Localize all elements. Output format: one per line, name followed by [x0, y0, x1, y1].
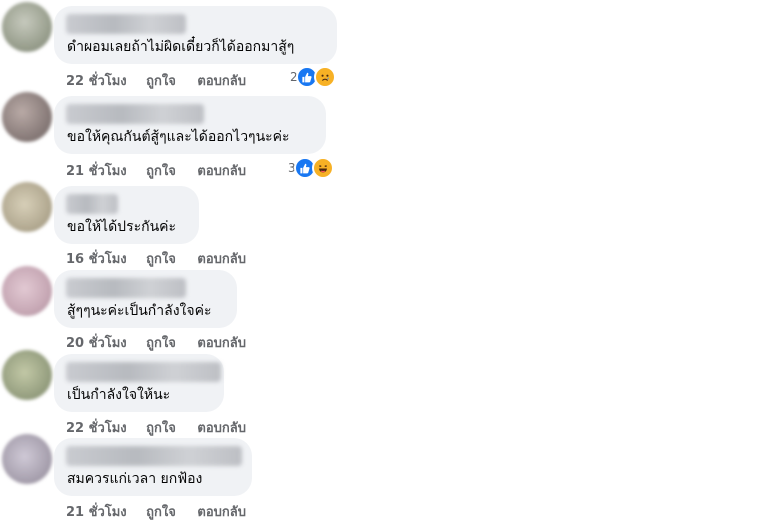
- avatar[interactable]: [2, 266, 52, 316]
- commenter-name-blurred[interactable]: [66, 446, 242, 466]
- like-button[interactable]: ถูกใจ: [146, 164, 176, 179]
- comment-timestamp[interactable]: 21 ชั่วโมง: [66, 164, 127, 179]
- comment-bubble: ขอให้ได้ประกันค่ะ: [54, 186, 199, 244]
- haha-face-icon: [311, 157, 334, 179]
- avatar[interactable]: [2, 350, 52, 400]
- like-button[interactable]: ถูกใจ: [146, 74, 176, 89]
- like-button[interactable]: ถูกใจ: [146, 421, 176, 436]
- comment-text: เป็นกำลังใจให้นะ: [67, 387, 171, 403]
- comment-actions: 20 ชั่วโมง ถูกใจ ตอบกลับ: [66, 332, 263, 353]
- comment-timestamp[interactable]: 21 ชั่วโมง: [66, 505, 127, 520]
- avatar[interactable]: [2, 2, 52, 52]
- sad-face-icon: [313, 66, 336, 88]
- commenter-name-blurred[interactable]: [66, 278, 186, 298]
- comment-bubble: สมควรแก่เวลา ยกฟ้อง: [54, 438, 252, 496]
- like-button[interactable]: ถูกใจ: [146, 252, 176, 267]
- like-button[interactable]: ถูกใจ: [146, 336, 176, 351]
- like-button[interactable]: ถูกใจ: [146, 505, 176, 520]
- avatar[interactable]: [2, 92, 52, 142]
- comment-actions: 22 ชั่วโมง ถูกใจ ตอบกลับ: [66, 70, 263, 91]
- comment-actions: 21 ชั่วโมง ถูกใจ ตอบกลับ: [66, 160, 263, 181]
- comment-actions: 21 ชั่วโมง ถูกใจ ตอบกลับ: [66, 501, 263, 522]
- comment-timestamp[interactable]: 20 ชั่วโมง: [66, 336, 127, 351]
- reply-button[interactable]: ตอบกลับ: [197, 505, 246, 520]
- commenter-name-blurred[interactable]: [66, 194, 118, 214]
- comment-bubble: เป็นกำลังใจให้นะ: [54, 354, 224, 412]
- reply-button[interactable]: ตอบกลับ: [197, 336, 246, 351]
- comment-bubble: สู้ๆๆนะค่ะเป็นกำลังใจค่ะ: [54, 270, 237, 328]
- comment-text: สมควรแก่เวลา ยกฟ้อง: [67, 471, 203, 487]
- comment-text: ขอให้ได้ประกันค่ะ: [67, 219, 177, 235]
- reaction-summary[interactable]: 3: [288, 157, 334, 179]
- comment-timestamp[interactable]: 22 ชั่วโมง: [66, 74, 127, 89]
- avatar[interactable]: [2, 434, 52, 484]
- commenter-name-blurred[interactable]: [66, 104, 204, 124]
- commenter-name-blurred[interactable]: [66, 14, 186, 34]
- comment-actions: 16 ชั่วโมง ถูกใจ ตอบกลับ: [66, 248, 263, 269]
- comment-timestamp[interactable]: 16 ชั่วโมง: [66, 252, 127, 267]
- avatar[interactable]: [2, 182, 52, 232]
- comment-bubble: ขอให้คุณกันต์สู้ๆและได้ออกไวๆนะค่ะ: [54, 96, 326, 154]
- reply-button[interactable]: ตอบกลับ: [197, 421, 246, 436]
- comment-bubble: ดำผอมเลยถ้าไม่ผิดเดี๋ยวก็ได้ออกมาสู้ๆ: [54, 6, 337, 64]
- reaction-summary[interactable]: 2: [290, 66, 336, 88]
- comment-text: ดำผอมเลยถ้าไม่ผิดเดี๋ยวก็ได้ออกมาสู้ๆ: [67, 39, 295, 55]
- reply-button[interactable]: ตอบกลับ: [197, 74, 246, 89]
- comment-text: สู้ๆๆนะค่ะเป็นกำลังใจค่ะ: [67, 303, 212, 319]
- comment-timestamp[interactable]: 22 ชั่วโมง: [66, 421, 127, 436]
- comment-actions: 22 ชั่วโมง ถูกใจ ตอบกลับ: [66, 417, 263, 438]
- comment-text: ขอให้คุณกันต์สู้ๆและได้ออกไวๆนะค่ะ: [67, 129, 290, 145]
- commenter-name-blurred[interactable]: [66, 362, 221, 382]
- reply-button[interactable]: ตอบกลับ: [197, 252, 246, 267]
- reply-button[interactable]: ตอบกลับ: [197, 164, 246, 179]
